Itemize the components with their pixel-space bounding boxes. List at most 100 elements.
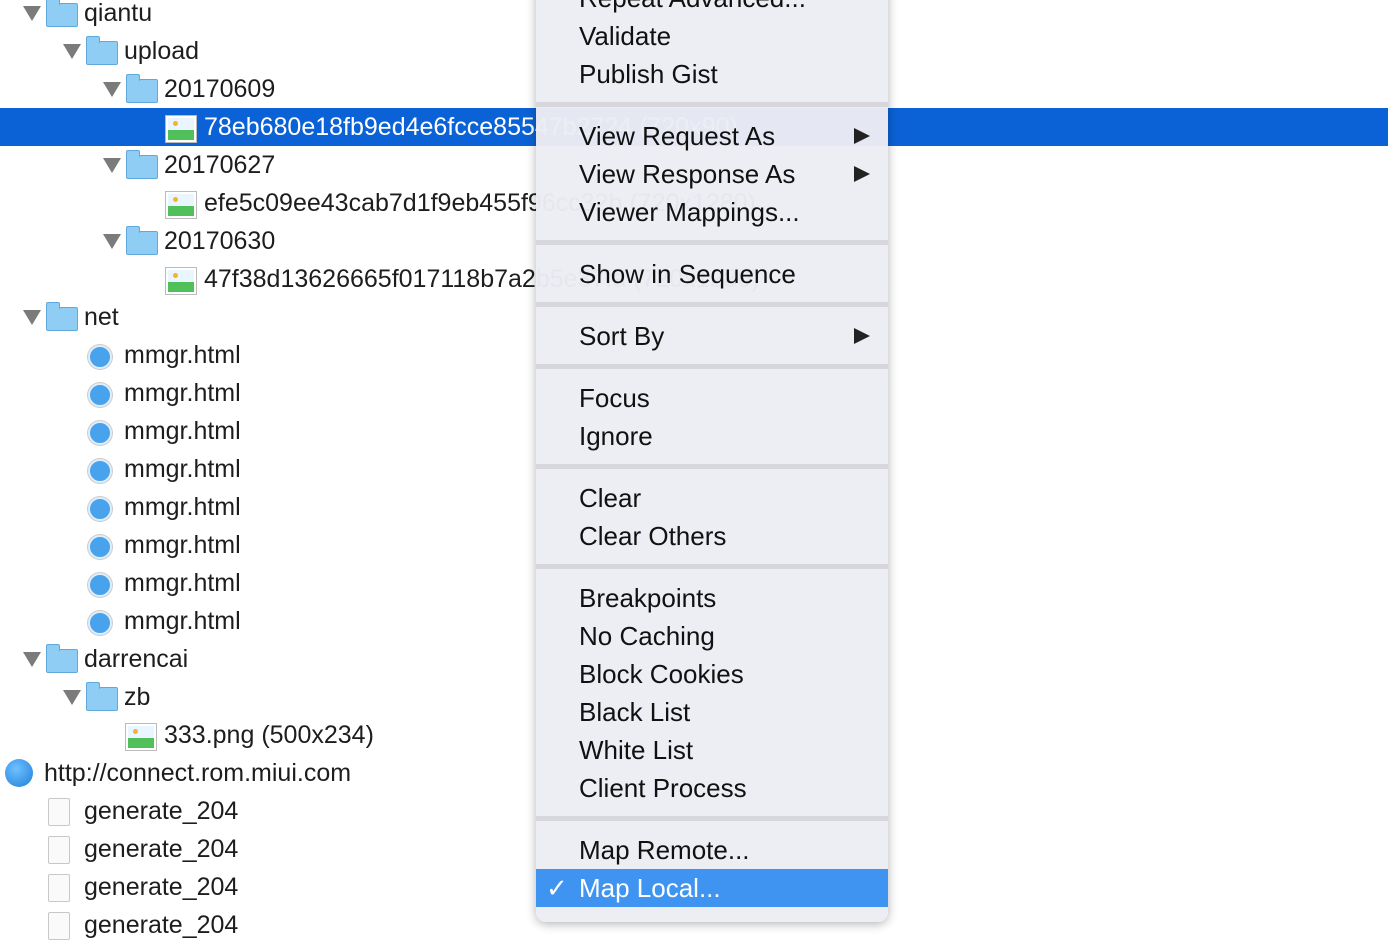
menu-item-label: Black List bbox=[579, 697, 691, 727]
tree-row-label: 20170609 bbox=[164, 75, 276, 103]
menu-item-label: Clear bbox=[579, 483, 642, 513]
menu-item-map-remote[interactable]: Map Remote... bbox=[536, 831, 888, 869]
context-menu: Repeat Advanced... Validate Publish Gist Vi… bbox=[536, 0, 888, 922]
menu-item-view-request-as[interactable]: View Request As bbox=[536, 117, 888, 155]
document-icon bbox=[48, 912, 70, 940]
menu-item-label: Ignore bbox=[579, 421, 653, 451]
menu-item-focus[interactable]: Focus bbox=[536, 379, 888, 417]
tree-row-label: mmgr.html bbox=[124, 455, 241, 483]
menu-item-label: Map Remote... bbox=[579, 835, 750, 865]
folder-icon bbox=[126, 226, 158, 255]
disclosure-triangle-icon[interactable] bbox=[63, 44, 81, 59]
tree-row-label: darrencai bbox=[84, 645, 189, 673]
menu-separator bbox=[536, 455, 888, 479]
tree-row-label: mmgr.html bbox=[124, 493, 241, 521]
disclosure-triangle-icon[interactable] bbox=[23, 652, 41, 667]
globe-icon bbox=[5, 759, 33, 787]
html-file-icon bbox=[88, 459, 112, 483]
menu-item-label: Validate bbox=[579, 21, 672, 51]
tree-row-label: 20170627 bbox=[164, 151, 276, 179]
tree-row-label: generate_204 bbox=[84, 873, 239, 901]
submenu-arrow-icon bbox=[854, 328, 870, 344]
menu-item-no-caching[interactable]: No Caching bbox=[536, 617, 888, 655]
menu-separator bbox=[536, 355, 888, 379]
menu-item-label: No Caching bbox=[579, 621, 715, 651]
html-file-icon bbox=[88, 421, 112, 445]
menu-item-label: View Request As bbox=[579, 121, 776, 151]
tree-row-label: mmgr.html bbox=[124, 531, 241, 559]
tree-row-label: mmgr.html bbox=[124, 569, 241, 597]
image-icon bbox=[125, 723, 157, 751]
menu-separator bbox=[536, 293, 888, 317]
html-file-icon bbox=[88, 611, 112, 635]
document-icon bbox=[48, 874, 70, 902]
html-file-icon bbox=[88, 497, 112, 521]
menu-item-label: Viewer Mappings... bbox=[579, 197, 800, 227]
disclosure-triangle-icon[interactable] bbox=[23, 310, 41, 325]
menu-item-label: View Response As bbox=[579, 159, 796, 189]
folder-icon bbox=[86, 682, 118, 711]
disclosure-triangle-icon[interactable] bbox=[103, 158, 121, 173]
menu-item-label: White List bbox=[579, 735, 694, 765]
menu-item-white-list[interactable]: White List bbox=[536, 731, 888, 769]
menu-item-label: Sort By bbox=[579, 321, 665, 351]
tree-row-label: generate_204 bbox=[84, 835, 239, 863]
menu-item-label: Block Cookies bbox=[579, 659, 744, 689]
menu-item-show-in-sequence[interactable]: Show in Sequence bbox=[536, 255, 888, 293]
tree-row-label: mmgr.html bbox=[124, 379, 241, 407]
menu-separator bbox=[536, 555, 888, 579]
menu-separator bbox=[536, 231, 888, 255]
menu-item-viewer-mappings[interactable]: Viewer Mappings... bbox=[536, 193, 888, 231]
submenu-arrow-icon bbox=[854, 128, 870, 144]
tree-row-label: 333.png (500x234) bbox=[164, 721, 374, 749]
html-file-icon bbox=[88, 345, 112, 369]
checkmark-icon: ✓ bbox=[546, 873, 568, 903]
menu-item-block-cookies[interactable]: Block Cookies bbox=[536, 655, 888, 693]
disclosure-triangle-icon[interactable] bbox=[23, 6, 41, 21]
menu-separator bbox=[536, 807, 888, 831]
menu-item-ignore[interactable]: Ignore bbox=[536, 417, 888, 455]
folder-icon bbox=[86, 36, 118, 65]
disclosure-triangle-icon[interactable] bbox=[103, 234, 121, 249]
tree-row-label: generate_204 bbox=[84, 797, 239, 825]
menu-item-clear-others[interactable]: Clear Others bbox=[536, 517, 888, 555]
disclosure-triangle-icon[interactable] bbox=[103, 82, 121, 97]
html-file-icon bbox=[88, 573, 112, 597]
tree-row-label: upload bbox=[124, 37, 200, 65]
tree-row-label: generate_204 bbox=[84, 911, 239, 939]
menu-item-label: Focus bbox=[579, 383, 650, 413]
menu-item-publish-gist[interactable]: Publish Gist bbox=[536, 55, 888, 93]
image-icon bbox=[165, 191, 197, 219]
tree-row-label: http://connect.rom.miui.com bbox=[44, 759, 352, 787]
menu-item-sort-by[interactable]: Sort By bbox=[536, 317, 888, 355]
html-file-icon bbox=[88, 535, 112, 559]
menu-item-black-list[interactable]: Black List bbox=[536, 693, 888, 731]
image-icon bbox=[165, 267, 197, 295]
tree-row-label: mmgr.html bbox=[124, 341, 241, 369]
tree-row-label: 20170630 bbox=[164, 227, 276, 255]
menu-item-clear[interactable]: Clear bbox=[536, 479, 888, 517]
disclosure-triangle-icon[interactable] bbox=[63, 690, 81, 705]
folder-icon bbox=[46, 302, 78, 331]
folder-icon bbox=[126, 150, 158, 179]
folder-icon bbox=[46, 0, 78, 27]
menu-item-breakpoints[interactable]: Breakpoints bbox=[536, 579, 888, 617]
tree-row-label: mmgr.html bbox=[124, 607, 241, 635]
folder-icon bbox=[126, 74, 158, 103]
menu-item-repeat-advanced[interactable]: Repeat Advanced... bbox=[536, 0, 888, 17]
menu-item-label: Repeat Advanced... bbox=[579, 0, 806, 13]
menu-item-map-local[interactable]: ✓ Map Local... bbox=[536, 869, 888, 907]
document-icon bbox=[48, 836, 70, 864]
tree-row-label: net bbox=[84, 303, 119, 331]
menu-item-label: Map Local... bbox=[579, 873, 721, 903]
html-file-icon bbox=[88, 383, 112, 407]
image-icon bbox=[165, 115, 197, 143]
menu-item-validate[interactable]: Validate bbox=[536, 17, 888, 55]
tree-row-label: zb bbox=[124, 683, 151, 711]
menu-item-view-response-as[interactable]: View Response As bbox=[536, 155, 888, 193]
menu-item-label: Clear Others bbox=[579, 521, 727, 551]
menu-separator bbox=[536, 93, 888, 117]
menu-item-label: Show in Sequence bbox=[579, 259, 796, 289]
menu-item-client-process[interactable]: Client Process bbox=[536, 769, 888, 807]
tree-row-label: mmgr.html bbox=[124, 417, 241, 445]
